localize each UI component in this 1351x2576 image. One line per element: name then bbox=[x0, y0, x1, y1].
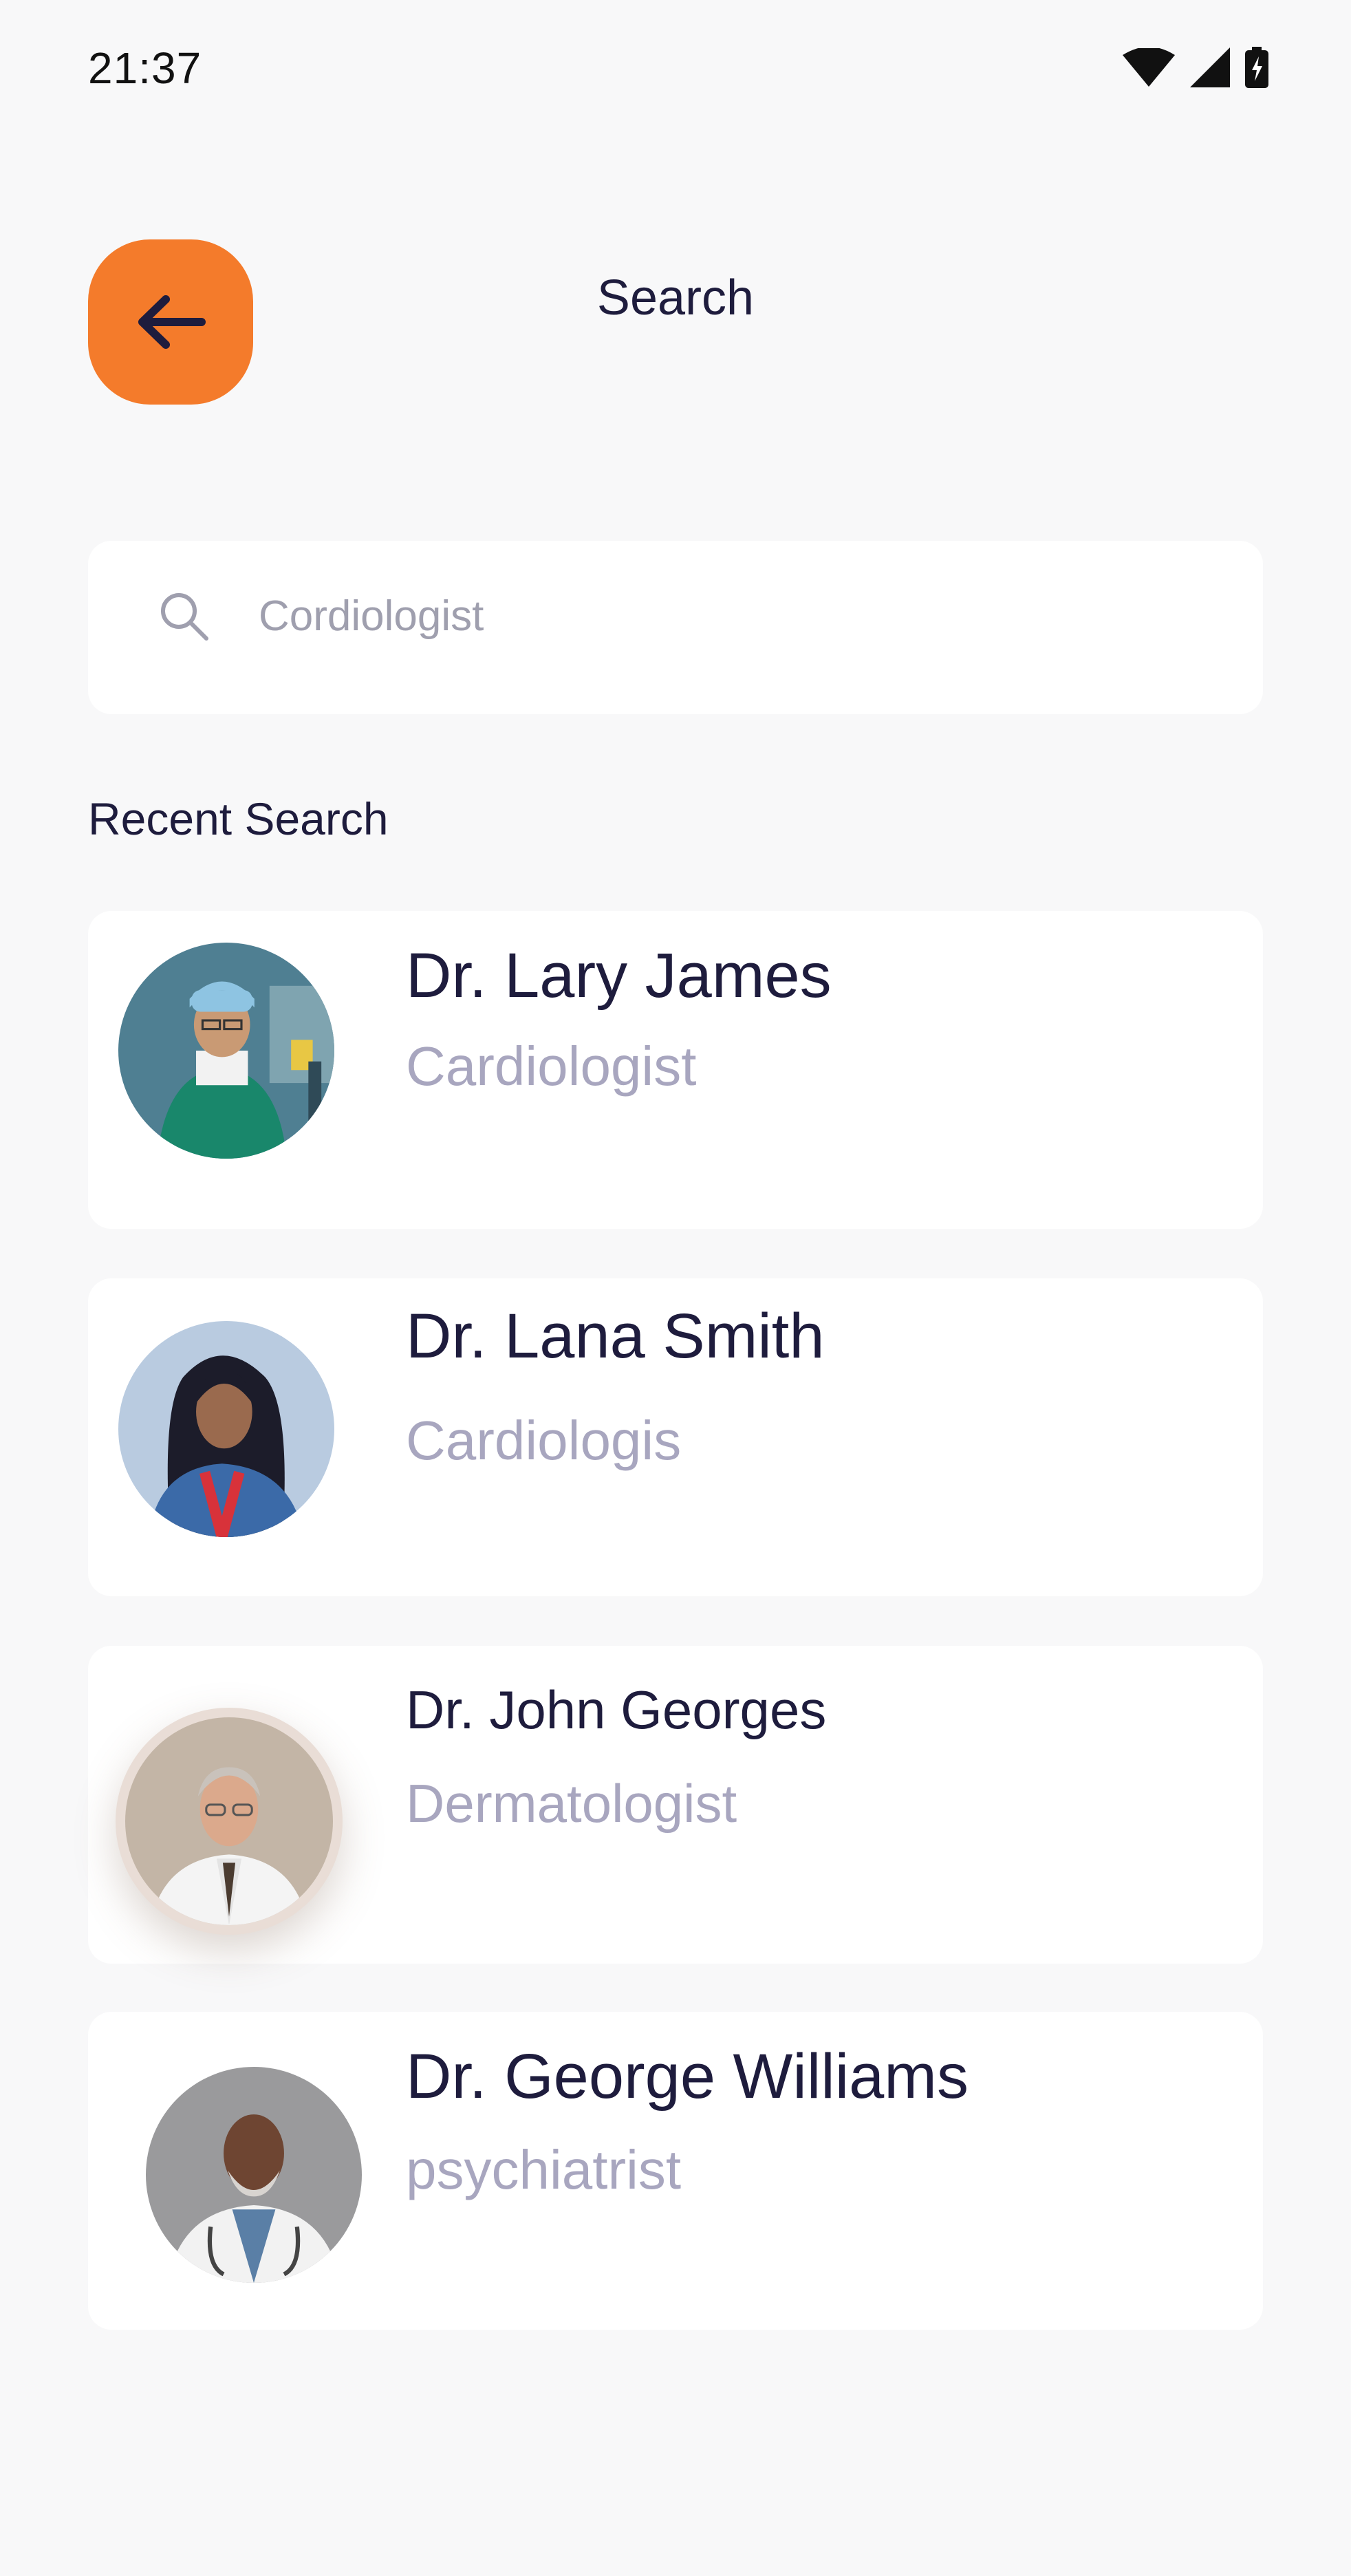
doctor-specialty: psychiatrist bbox=[406, 2139, 682, 2200]
doctor-name: Dr. Lary James bbox=[406, 941, 832, 1011]
status-icons bbox=[1123, 47, 1268, 88]
wifi-icon bbox=[1123, 48, 1175, 87]
doctor-specialty: Cardiologist bbox=[406, 1035, 697, 1097]
status-bar: 21:37 bbox=[0, 0, 1351, 138]
doctor-card[interactable]: Dr. George Williams psychiatrist bbox=[88, 2012, 1263, 2330]
doctor-photo bbox=[118, 943, 334, 1159]
doctor-avatar bbox=[118, 943, 334, 1159]
doctor-card[interactable]: Dr. Lana Smith Cardiologis bbox=[88, 1278, 1263, 1596]
doctor-name: Dr. George Williams bbox=[406, 2041, 969, 2112]
doctor-avatar bbox=[125, 1717, 333, 1925]
page-title: Search bbox=[596, 270, 755, 325]
doctor-photo bbox=[118, 1321, 334, 1537]
search-input[interactable] bbox=[259, 578, 1222, 654]
doctor-card[interactable]: Dr. John Georges Dermatologist bbox=[88, 1646, 1263, 1964]
doctor-avatar bbox=[146, 2067, 362, 2283]
doctor-name: Dr. John Georges bbox=[406, 1679, 827, 1740]
status-time: 21:37 bbox=[88, 43, 202, 93]
recent-search-title: Recent Search bbox=[88, 793, 389, 844]
doctor-avatar bbox=[118, 1321, 334, 1537]
search-icon bbox=[161, 593, 208, 641]
doctor-specialty: Cardiologis bbox=[406, 1410, 682, 1471]
doctor-name: Dr. Lana Smith bbox=[406, 1301, 825, 1371]
doctor-photo bbox=[125, 1717, 333, 1925]
battery-charging-icon bbox=[1245, 47, 1268, 88]
doctor-specialty: Dermatologist bbox=[406, 1773, 737, 1834]
doctor-card[interactable]: Dr. Lary James Cardiologist bbox=[88, 911, 1263, 1229]
signal-icon bbox=[1190, 47, 1230, 87]
doctor-photo bbox=[146, 2067, 362, 2283]
